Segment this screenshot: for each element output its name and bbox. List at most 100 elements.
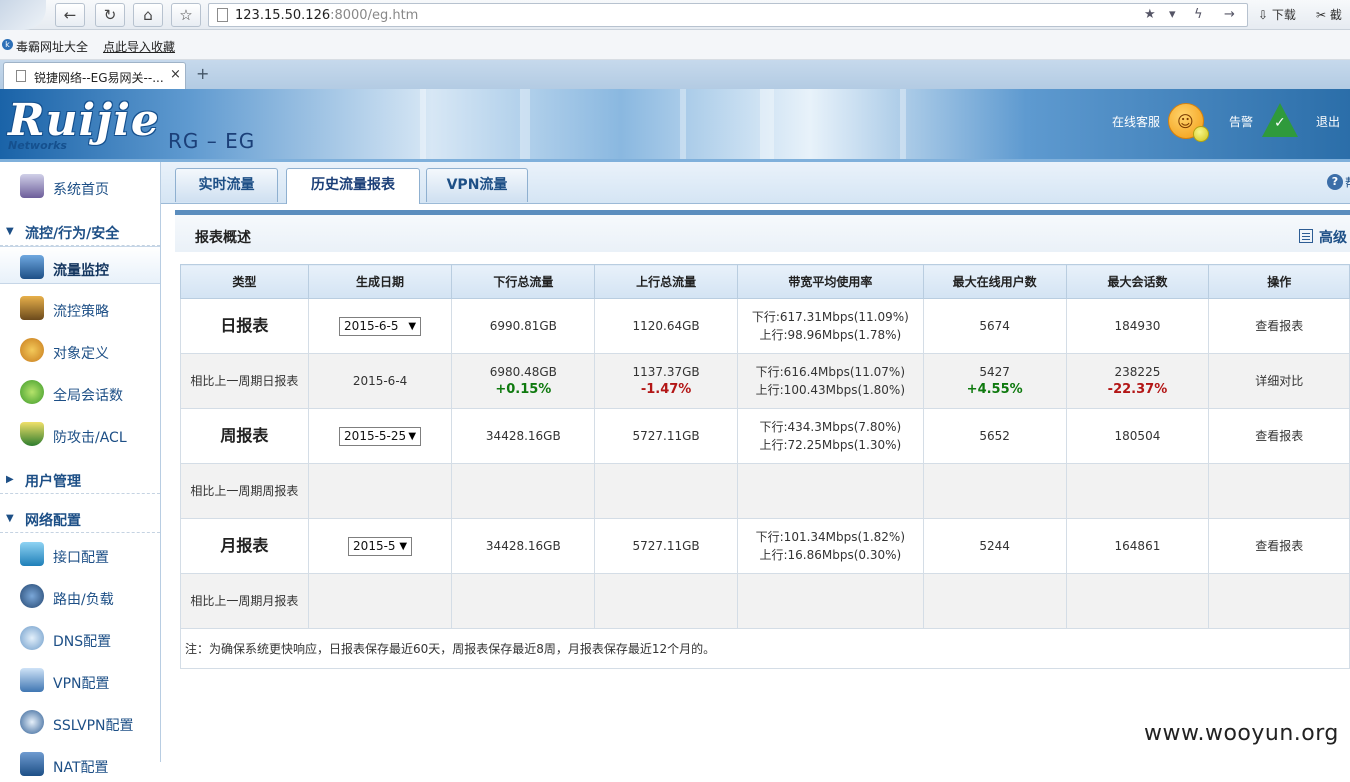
alarm-triangle-icon[interactable]: ✓	[1262, 103, 1298, 137]
new-tab-button[interactable]: +	[196, 64, 209, 83]
browser-menu-icon[interactable]	[0, 0, 46, 30]
triangle-right-icon: ▶	[6, 474, 14, 485]
go-icon[interactable]: →	[1224, 7, 1235, 22]
lightning-icon[interactable]: ϟ	[1194, 7, 1203, 22]
monthly-date-select[interactable]: 2015-5 ▼	[348, 536, 413, 556]
logout-link[interactable]: 退出	[1316, 113, 1340, 130]
report-type: 相比上一周期周报表	[180, 463, 309, 519]
sidebar-item-label: 全局会话数	[53, 388, 123, 404]
advanced-link[interactable]: 高级	[1319, 227, 1347, 247]
retention-note: 注：为确保系统更快响应，日报表保存最近60天，周报表保存最近8周，月报表保存最近…	[180, 628, 1350, 669]
column-header: 带宽平均使用率	[736, 264, 924, 299]
page-icon	[217, 8, 228, 22]
empty-cell	[451, 573, 596, 629]
header-decoration	[760, 89, 774, 159]
browser-tab[interactable]: 锐捷网络--EG易网关--... ×	[3, 62, 186, 89]
empty-cell	[922, 463, 1067, 519]
sidebar-item-dns-config[interactable]: DNS配置	[0, 618, 160, 656]
ruijie-globe-icon	[20, 710, 44, 734]
sidebar-item-traffic-monitor[interactable]: 流量监控	[0, 246, 160, 284]
refresh-icon[interactable]: ↻	[95, 3, 125, 27]
change-negative: -22.37%	[1107, 382, 1168, 397]
bookmarks-bar: k 毒霸网址大全 点此导入收藏	[0, 30, 1350, 60]
download-button[interactable]: ⇩ 下载	[1258, 6, 1296, 23]
close-icon[interactable]: ×	[170, 67, 181, 82]
alarm-link[interactable]: 告警	[1229, 113, 1253, 130]
page-icon	[16, 70, 26, 82]
online-support-link[interactable]: 在线客服	[1112, 113, 1160, 130]
back-icon[interactable]: ←	[55, 3, 85, 27]
view-report-link[interactable]: 查看报表	[1208, 298, 1350, 354]
monitor-icon	[20, 174, 44, 198]
max-online-users: 5674	[922, 298, 1067, 354]
sidebar-section-network-config[interactable]: ▼ 网络配置	[0, 505, 160, 533]
header-decoration	[900, 89, 906, 159]
column-header: 操作	[1208, 264, 1350, 299]
bookmark-star-icon[interactable]: ★	[1144, 7, 1156, 22]
sidebar-item-routing-load[interactable]: 路由/负载	[0, 576, 160, 614]
column-header: 下行总流量	[451, 264, 596, 299]
help-icon[interactable]: ?	[1327, 174, 1343, 190]
sidebar-item-label: SSLVPN配置	[53, 718, 134, 734]
tab-realtime-traffic[interactable]: 实时流量	[175, 168, 278, 202]
sidebar-item-anti-attack-acl[interactable]: 防攻击/ACL	[0, 414, 160, 452]
view-report-link[interactable]: 查看报表	[1208, 408, 1350, 464]
weekly-date-select[interactable]: 2015-5-25 ▼	[339, 426, 422, 446]
chat-bubbles-icon	[20, 380, 44, 404]
palette-icon	[20, 338, 44, 362]
sidebar-item-label: 流控策略	[53, 304, 109, 320]
sidebar-item-object-definition[interactable]: 对象定义	[0, 330, 160, 368]
table-row-monthly-compare: 相比上一周期月报表	[180, 573, 1350, 629]
view-report-link[interactable]: 查看报表	[1208, 518, 1350, 574]
support-smiley-icon[interactable]: ☺	[1168, 103, 1209, 142]
bookmark-duba[interactable]: 毒霸网址大全	[16, 38, 88, 55]
tab-history-report[interactable]: 历史流量报表	[286, 168, 420, 204]
report-type: 周报表	[180, 408, 309, 464]
empty-cell	[594, 573, 738, 629]
ruijie-logo: Ruijie	[8, 95, 160, 146]
dropdown-icon[interactable]: ▾	[1169, 7, 1176, 22]
list-icon[interactable]	[1299, 229, 1313, 243]
screenshot-label: 截	[1329, 8, 1342, 22]
sidebar-item-sslvpn-config[interactable]: SSLVPN配置	[0, 702, 160, 740]
dropdown-caret-icon: ▼	[408, 430, 417, 442]
home-icon[interactable]: ⌂	[133, 3, 163, 27]
sidebar-section-flow-control[interactable]: ▼ 流控/行为/安全	[0, 218, 160, 246]
panel-title: 报表概述	[195, 230, 251, 246]
sidebar-item-vpn-config[interactable]: VPN配置	[0, 660, 160, 698]
url-host: 123.15.50.126	[235, 8, 331, 23]
value: 1137.37GB	[632, 365, 700, 379]
sidebar-item-label: 接口配置	[53, 550, 109, 566]
table-note-row: 注：为确保系统更快响应，日报表保存最近60天，周报表保存最近8周，月报表保存最近…	[180, 628, 1350, 669]
sidebar-item-label: 对象定义	[53, 346, 109, 362]
help-label[interactable]: 帮	[1345, 174, 1350, 191]
bookmark-import[interactable]: 点此导入收藏	[103, 38, 175, 55]
sidebar-item-label: 防攻击/ACL	[53, 430, 127, 446]
change-negative: -1.47%	[640, 382, 692, 397]
tab-vpn-traffic[interactable]: VPN流量	[426, 168, 528, 202]
select-value: 2015-6-5	[344, 318, 399, 333]
report-panel-header: 报表概述 高级	[175, 210, 1350, 252]
sidebar-item-home[interactable]: 系统首页	[0, 166, 160, 204]
address-bar[interactable]: 123.15.50.126:8000/eg.htm ★ ▾ ϟ →	[208, 3, 1248, 27]
sidebar-item-flow-policy[interactable]: 流控策略	[0, 288, 160, 326]
url-text[interactable]: 123.15.50.126:8000/eg.htm	[235, 8, 418, 23]
empty-cell	[922, 573, 1067, 629]
watermark: www.wooyun.org	[1144, 721, 1339, 746]
max-sessions: 180504	[1065, 408, 1210, 464]
up-total: 1120.64GB	[594, 298, 738, 354]
daily-date-select[interactable]: 2015-6-5 ▼	[339, 316, 422, 336]
favorite-star-icon[interactable]: ☆	[171, 3, 201, 27]
detail-compare-link[interactable]: 详细对比	[1208, 353, 1350, 409]
sidebar-section-user-management[interactable]: ▶ 用户管理	[0, 466, 160, 494]
select-value: 2015-5	[353, 538, 396, 553]
screenshot-button[interactable]: ✂ 截	[1316, 6, 1342, 23]
max-online-users: 5652	[922, 408, 1067, 464]
value: 5427	[979, 365, 1010, 379]
max-sessions: 238225 -22.37%	[1065, 353, 1210, 409]
sidebar-item-label: DNS配置	[53, 634, 112, 650]
sidebar-item-interface-config[interactable]: 接口配置	[0, 534, 160, 572]
sidebar-item-nat-config[interactable]: NAT配置	[0, 744, 160, 782]
tab-title: 锐捷网络--EG易网关--...	[34, 71, 164, 85]
sidebar-item-global-sessions[interactable]: 全局会话数	[0, 372, 160, 410]
